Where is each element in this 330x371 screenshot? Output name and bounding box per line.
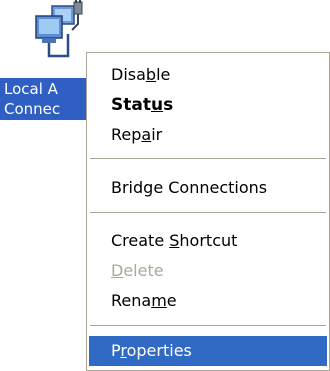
- menu-item-properties[interactable]: Properties: [89, 336, 327, 366]
- desktop-icon-label[interactable]: Local A Connec: [0, 78, 100, 120]
- menu-label-part: Bridge Connections: [111, 178, 268, 197]
- menu-label-part: le: [156, 65, 171, 84]
- network-connection-icon[interactable]: [28, 0, 92, 70]
- menu-label-part: hortcut: [179, 231, 238, 250]
- menu-item-delete[interactable]: Delete: [89, 256, 327, 286]
- menu-item-create-shortcut[interactable]: Create Shortcut: [89, 226, 327, 256]
- menu-item-bridge-connections[interactable]: Bridge Connections: [89, 173, 327, 203]
- menu-mnemonic: D: [111, 261, 124, 280]
- menu-mnemonic: u: [150, 95, 164, 115]
- menu-item-disable[interactable]: Disable: [89, 60, 327, 90]
- menu-label-part: elete: [123, 261, 164, 280]
- icon-label-line-1: Local A: [4, 80, 58, 98]
- menu-label-part: s: [163, 95, 174, 115]
- desktop: Local A Connec Disable Status Repair Bri…: [0, 0, 330, 371]
- menu-mnemonic: m: [151, 291, 167, 310]
- menu-label-part: operties: [126, 341, 192, 360]
- menu-item-rename[interactable]: Rename: [89, 286, 327, 316]
- menu-separator: [90, 325, 326, 326]
- menu-label-part: e: [166, 291, 177, 310]
- menu-label-part: Disa: [111, 65, 146, 84]
- menu-label-part: Create: [111, 231, 170, 250]
- menu-mnemonic: S: [169, 231, 180, 250]
- menu-label-part: Rep: [111, 125, 142, 144]
- menu-item-repair[interactable]: Repair: [89, 120, 327, 150]
- menu-separator: [90, 158, 326, 159]
- menu-label-part: ir: [151, 125, 163, 144]
- menu-mnemonic: a: [141, 125, 152, 144]
- menu-mnemonic: b: [145, 65, 157, 84]
- menu-item-status[interactable]: Status: [89, 90, 327, 120]
- menu-label-part: Stat: [111, 95, 151, 115]
- context-menu: Disable Status Repair Bridge Connections…: [86, 52, 330, 371]
- menu-separator: [90, 212, 326, 213]
- icon-label-line-2: Connec: [4, 100, 61, 118]
- menu-label-part: Rena: [111, 291, 152, 310]
- menu-label-part: P: [111, 341, 121, 360]
